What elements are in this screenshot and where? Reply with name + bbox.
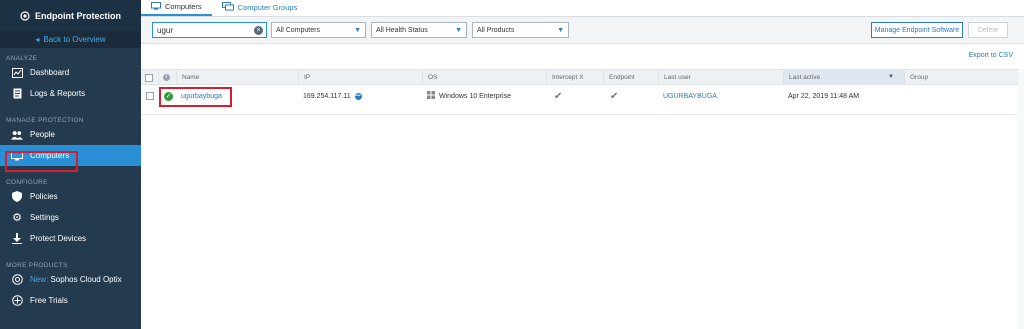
sidebar-header: Endpoint Protection (0, 0, 141, 31)
sidebar-item-policies[interactable]: Policies (0, 186, 141, 207)
monitor-icon (151, 1, 161, 12)
export-csv-link[interactable]: Export to CSV (969, 52, 1013, 59)
plus-circle-icon (11, 295, 23, 307)
chevron-down-icon: ▼ (354, 27, 361, 34)
row-checkbox-cell (141, 86, 154, 106)
monitor-icon (11, 150, 23, 162)
last-active-cell: Apr 22, 2019 11:48 AM (788, 92, 860, 100)
health-status-cell: ✓ (159, 86, 173, 106)
health-status-select[interactable]: All Health Status ▼ (371, 22, 467, 38)
people-icon (11, 129, 23, 141)
section-configure: CONFIGURE (6, 179, 48, 186)
shield-icon (11, 191, 23, 203)
sidebar-item-logs-reports[interactable]: Logs & Reports (0, 83, 141, 104)
sidebar-item-cloud-optix[interactable]: New: Sophos Cloud Optix (0, 269, 141, 290)
tab-computers[interactable]: Computers (141, 0, 212, 16)
os-cell: Windows 10 Enterprise (422, 86, 511, 106)
intercept-x-cell: ✔ (549, 86, 562, 106)
endpoint-cell: ✔ (605, 86, 618, 106)
windows-logo-icon (427, 91, 435, 101)
delete-button[interactable]: Delete (968, 22, 1008, 38)
select-all-checkbox-cell (141, 70, 158, 85)
table-row[interactable]: ✓ ugurbaybuga 169.254.117.11 ••• Windows… (141, 86, 1018, 115)
select-all-checkbox[interactable] (145, 73, 153, 82)
column-last-user[interactable]: Last user (658, 70, 783, 85)
last-user-cell: UGURBAYBUGA (658, 86, 717, 106)
checkmark-icon: ✔ (554, 90, 563, 102)
download-icon (11, 233, 23, 245)
sidebar-item-settings[interactable]: ⚙ Settings (0, 207, 141, 228)
computers-filter-select[interactable]: All Computers ▼ (271, 22, 366, 38)
section-more-products: MORE PRODUCTS (6, 262, 68, 269)
monitor-group-icon (221, 2, 234, 13)
product-title: Endpoint Protection (35, 10, 121, 21)
products-select[interactable]: All Products ▼ (472, 22, 569, 38)
sidebar: Endpoint Protection ◂ Back to Overview A… (0, 0, 141, 329)
last-user-link[interactable]: UGURBAYBUGA (663, 93, 717, 100)
column-ip[interactable]: IP (298, 70, 422, 85)
group-cell (904, 86, 909, 106)
ip-more-icon[interactable]: ••• (354, 92, 362, 100)
checkmark-icon: ✔ (610, 90, 619, 102)
document-icon (11, 88, 23, 100)
cloud-optix-icon (11, 274, 23, 286)
name-cell: ugurbaybuga (176, 86, 222, 106)
tab-computer-groups[interactable]: Computer Groups (212, 0, 308, 16)
column-os[interactable]: OS (422, 70, 546, 85)
section-manage-protection: MANAGE PROTECTION (6, 117, 84, 124)
column-endpoint[interactable]: Endpoint (603, 70, 658, 85)
chevron-down-icon: ▼ (557, 27, 564, 34)
column-intercept-x[interactable]: Intercept X (546, 70, 603, 85)
gear-icon: ⚙ (12, 212, 22, 224)
clear-search-icon[interactable]: × (254, 26, 263, 35)
scrollbar[interactable] (1018, 69, 1024, 329)
sophos-logo-icon (20, 10, 30, 21)
sidebar-item-computers[interactable]: Computers (0, 145, 141, 166)
sidebar-item-dashboard[interactable]: Dashboard (0, 62, 141, 83)
back-to-overview-link[interactable]: ◂ Back to Overview (0, 31, 141, 48)
column-info: i (158, 70, 176, 85)
column-last-active[interactable]: Last active ▼ (783, 70, 904, 85)
computer-name-link[interactable]: ugurbaybuga (181, 93, 222, 100)
column-name[interactable]: Name (176, 70, 298, 85)
sidebar-item-protect-devices[interactable]: Protect Devices (0, 228, 141, 249)
sort-descending-icon: ▼ (888, 74, 894, 80)
ip-cell: 169.254.117.11 ••• (303, 92, 362, 100)
info-icon: i (163, 74, 170, 81)
healthy-check-icon: ✓ (164, 91, 173, 101)
filter-bar: ugur × All Computers ▼ All Health Status… (141, 17, 1024, 44)
table-header: i Name IP OS Intercept X Endpoint Last u… (141, 69, 1018, 85)
tab-bar: Computers Computer Groups (141, 0, 1024, 17)
chevron-left-icon: ◂ (35, 35, 40, 44)
chevron-down-icon: ▼ (455, 27, 462, 34)
column-group[interactable]: Group (904, 70, 1018, 85)
search-input[interactable]: ugur × (152, 22, 267, 38)
dashboard-icon (11, 67, 23, 79)
sidebar-item-free-trials[interactable]: Free Trials (0, 290, 141, 311)
sidebar-item-people[interactable]: People (0, 124, 141, 145)
row-checkbox[interactable] (146, 92, 154, 100)
manage-endpoint-software-button[interactable]: Manage Endpoint Software (871, 22, 963, 38)
section-analyze: ANALYZE (6, 55, 38, 62)
